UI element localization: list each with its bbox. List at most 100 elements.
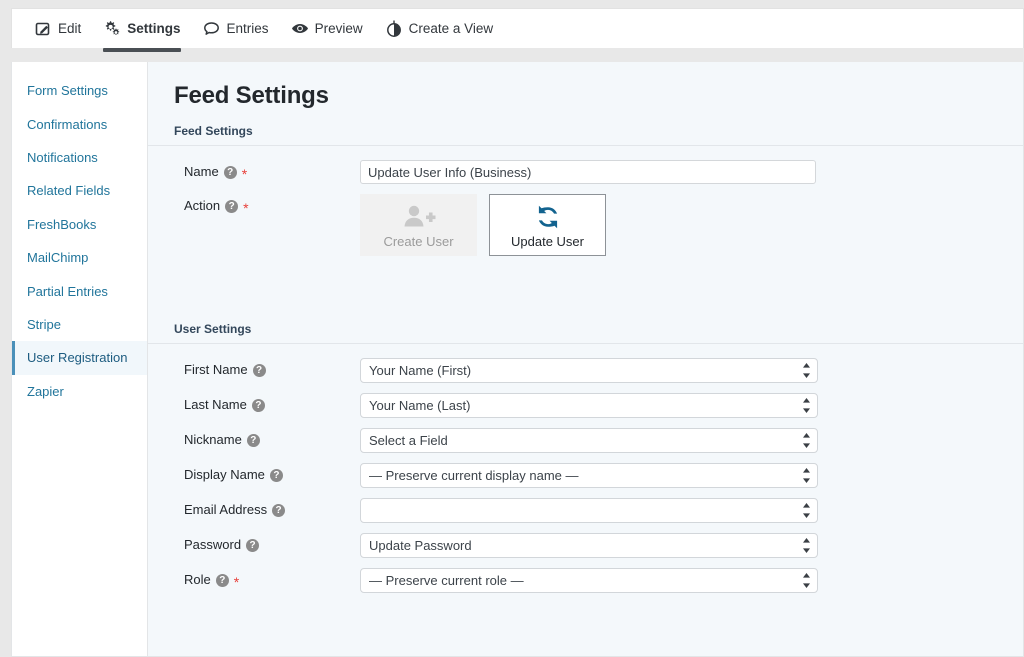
sidebar-item-user-registration[interactable]: User Registration <box>12 341 147 375</box>
tab-preview[interactable]: Preview <box>291 9 363 49</box>
field-row-display-name: Display Name ? — Preserve current displa… <box>148 463 1023 498</box>
eye-icon <box>291 20 309 38</box>
create-user-label: Create User <box>383 233 454 249</box>
sidebar-label: MailChimp <box>27 250 89 266</box>
field-row-role: Role ? * — Preserve current role — <box>148 568 1023 603</box>
sidebar-item-zapier[interactable]: Zapier <box>12 375 147 408</box>
help-icon[interactable]: ? <box>269 468 283 482</box>
sidebar-item-notifications[interactable]: Notifications <box>12 141 147 174</box>
display-name-select[interactable]: — Preserve current display name — <box>360 463 818 488</box>
first-name-select[interactable]: Your Name (First) <box>360 358 818 383</box>
sidebar-label: Partial Entries <box>27 283 108 299</box>
email-address-select[interactable] <box>360 498 818 523</box>
field-label-text: Nickname <box>184 432 242 447</box>
sidebar-label: Stripe <box>27 316 61 332</box>
update-user-label: Update User <box>511 233 584 249</box>
field-label-text: Last Name <box>184 397 247 412</box>
help-icon[interactable]: ? <box>272 503 286 517</box>
field-label-text: First Name <box>184 362 248 377</box>
required-asterisk: * <box>243 200 249 216</box>
field-label-last-name: Last Name ? <box>184 393 360 413</box>
email-address-select-wrap <box>360 498 818 523</box>
nickname-select[interactable]: Select a Field <box>360 428 818 453</box>
required-asterisk: * <box>241 166 248 182</box>
user-plus-icon <box>402 202 436 232</box>
feed-settings-panel: Feed Settings Feed Settings Name ? * Act… <box>148 62 1024 657</box>
create-user-button[interactable]: Create User <box>360 194 477 256</box>
tab-settings[interactable]: Settings <box>103 9 181 52</box>
view-globe-icon <box>385 20 403 38</box>
feed-settings-fields: Name ? * Action ? * <box>148 146 1023 308</box>
field-label-display-name: Display Name ? <box>184 463 360 483</box>
sidebar-item-mailchimp[interactable]: MailChimp <box>12 241 147 274</box>
sidebar-label: Zapier <box>27 383 64 399</box>
field-label-first-name: First Name ? <box>184 358 360 378</box>
action-button-group: Create User Update User <box>360 194 606 256</box>
tab-create-view-label: Create a View <box>408 21 494 36</box>
sidebar-label: Form Settings <box>27 83 108 99</box>
first-name-select-wrap: Your Name (First) <box>360 358 818 383</box>
field-row-nickname: Nickname ? Select a Field <box>148 428 1023 463</box>
settings-sidebar: Form Settings Confirmations Notification… <box>11 62 148 657</box>
tab-edit-label: Edit <box>58 21 82 36</box>
help-icon[interactable]: ? <box>215 573 229 587</box>
tab-settings-label: Settings <box>127 21 181 36</box>
sidebar-label: User Registration <box>27 350 128 366</box>
last-name-select[interactable]: Your Name (Last) <box>360 393 818 418</box>
form-toolbar: Edit Settings Entries Preview Create a V… <box>11 8 1024 52</box>
password-select-wrap: Update Password <box>360 533 818 558</box>
sidebar-item-form-settings[interactable]: Form Settings <box>12 74 147 107</box>
field-label-text: Password <box>184 537 242 552</box>
sidebar-item-partial-entries[interactable]: Partial Entries <box>12 274 147 307</box>
sidebar-label: FreshBooks <box>27 216 97 232</box>
field-row-email-address: Email Address ? <box>148 498 1023 533</box>
tab-edit[interactable]: Edit <box>34 9 81 49</box>
update-user-button[interactable]: Update User <box>489 194 606 256</box>
display-name-select-wrap: — Preserve current display name — <box>360 463 818 488</box>
help-icon[interactable]: ? <box>251 398 265 412</box>
sidebar-item-confirmations[interactable]: Confirmations <box>12 107 147 140</box>
field-label-text: Display Name <box>184 467 265 482</box>
sidebar-label: Related Fields <box>27 183 111 199</box>
user-settings-fields: First Name ? Your Name (First) Last Name… <box>148 344 1023 603</box>
sidebar-item-freshbooks[interactable]: FreshBooks <box>12 208 147 241</box>
help-icon[interactable]: ? <box>223 165 237 179</box>
section-label-user-settings: User Settings <box>174 322 252 336</box>
field-row-action: Action ? * Create User Update User <box>148 194 1023 256</box>
role-select-wrap: — Preserve current role — <box>360 568 818 593</box>
name-input[interactable] <box>360 160 816 184</box>
help-icon[interactable]: ? <box>225 199 239 213</box>
field-row-last-name: Last Name ? Your Name (Last) <box>148 393 1023 428</box>
field-label-text: Email Address <box>184 502 268 517</box>
field-label-text: Role <box>184 572 211 587</box>
gears-icon <box>103 20 121 38</box>
tab-create-a-view[interactable]: Create a View <box>385 9 494 49</box>
role-select[interactable]: — Preserve current role — <box>360 568 818 593</box>
tab-entries-label: Entries <box>226 21 269 36</box>
help-icon[interactable]: ? <box>252 363 266 377</box>
field-label-password: Password ? <box>184 533 360 553</box>
section-label-feed-settings: Feed Settings <box>174 124 253 138</box>
field-label-nickname: Nickname ? <box>184 428 360 448</box>
field-row-password: Password ? Update Password <box>148 533 1023 568</box>
sidebar-label: Notifications <box>27 149 98 165</box>
password-select[interactable]: Update Password <box>360 533 818 558</box>
settings-body: Form Settings Confirmations Notification… <box>11 62 1024 657</box>
page-title: Feed Settings <box>174 82 329 109</box>
field-row-name: Name ? * <box>148 160 1023 194</box>
field-label-text: Action <box>184 198 221 213</box>
field-label-email-address: Email Address ? <box>184 498 360 518</box>
sidebar-label: Confirmations <box>27 116 108 132</box>
field-label-text: Name <box>184 164 219 179</box>
help-icon[interactable]: ? <box>246 433 260 447</box>
tab-preview-label: Preview <box>314 21 363 36</box>
sidebar-item-related-fields[interactable]: Related Fields <box>12 174 147 207</box>
last-name-select-wrap: Your Name (Last) <box>360 393 818 418</box>
field-label-name: Name ? * <box>184 160 360 182</box>
sidebar-item-stripe[interactable]: Stripe <box>12 308 147 341</box>
pencil-square-icon <box>34 20 52 38</box>
tab-entries[interactable]: Entries <box>203 9 269 49</box>
field-label-role: Role ? * <box>184 568 360 589</box>
help-icon[interactable]: ? <box>246 538 260 552</box>
